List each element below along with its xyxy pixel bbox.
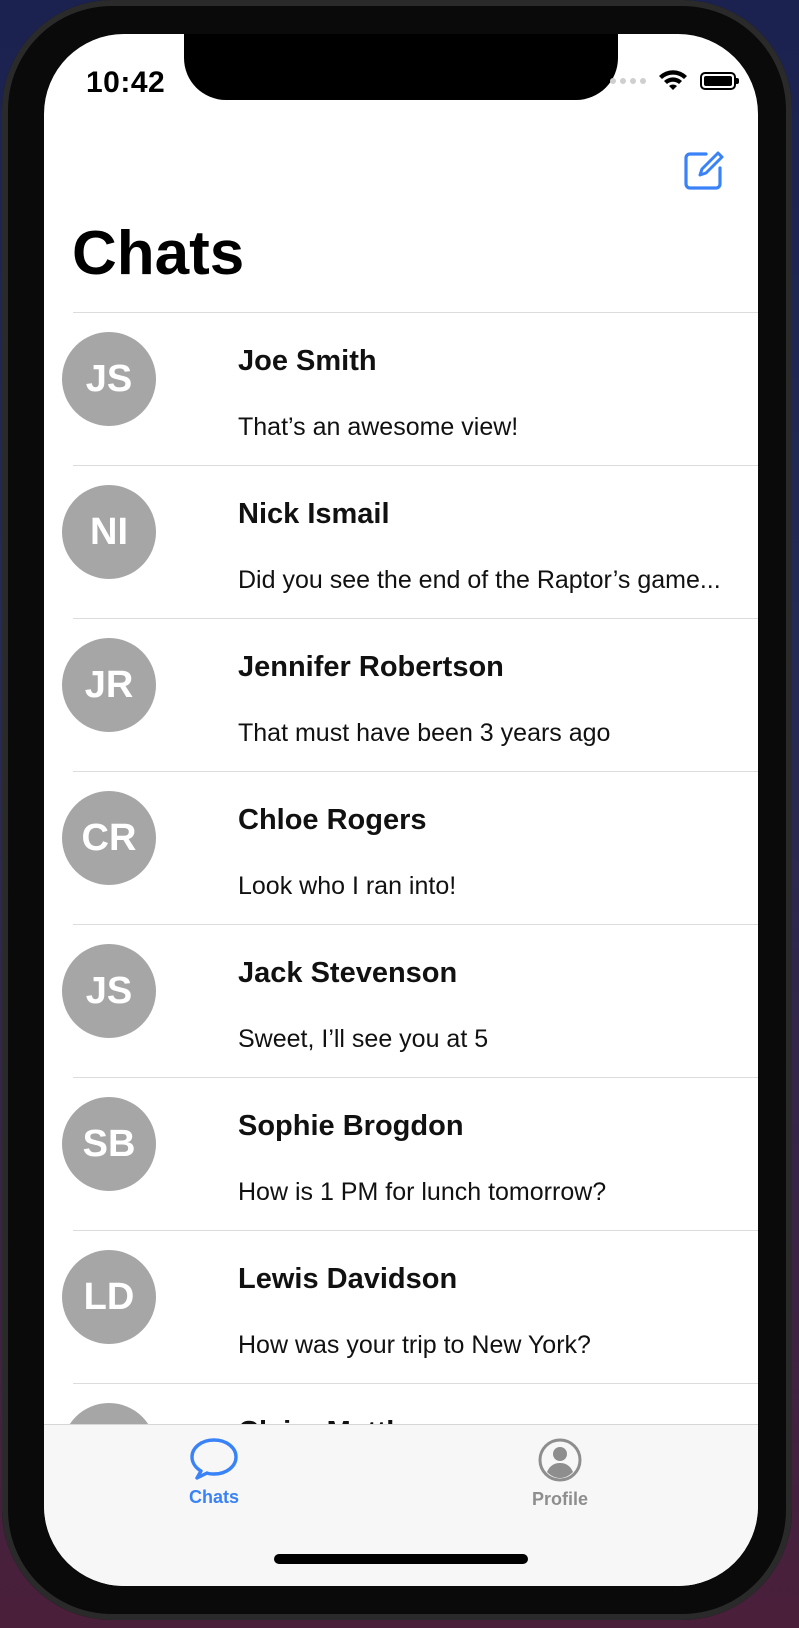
compose-button[interactable] xyxy=(682,148,726,192)
chat-name: Lewis Davidson xyxy=(238,1263,458,1295)
tab-label: Profile xyxy=(531,1489,588,1509)
chat-preview: How is 1 PM for lunch tomorrow? xyxy=(238,1178,607,1206)
avatar: JS xyxy=(62,944,156,1038)
avatar: JR xyxy=(62,638,156,732)
tab-chats[interactable]: Chats xyxy=(154,1437,274,1508)
avatar: SB xyxy=(62,1097,156,1191)
chat-row[interactable]: JS Joe Smith That’s an awesome view! xyxy=(62,312,758,465)
chat-preview: Did you see the end of the Raptor’s game… xyxy=(238,566,721,594)
chat-bubble-icon xyxy=(190,1438,238,1480)
phone-screen: 10:42 Chats JS Joe Smith That’s an aweso… xyxy=(44,34,758,1586)
chat-preview: Sweet, I’ll see you at 5 xyxy=(238,1025,489,1053)
chat-name: Nick Ismail xyxy=(238,498,390,530)
cellular-signal-icon xyxy=(610,78,646,84)
avatar: LD xyxy=(62,1250,156,1344)
tab-profile[interactable]: Profile xyxy=(500,1437,620,1510)
page-title: Chats xyxy=(72,219,245,288)
chat-row[interactable]: LD Lewis Davidson How was your trip to N… xyxy=(62,1230,758,1383)
chat-name: Jennifer Robertson xyxy=(238,651,504,683)
compose-icon xyxy=(684,151,724,190)
chat-preview: That’s an awesome view! xyxy=(238,413,519,441)
chat-row[interactable]: JR Jennifer Robertson That must have bee… xyxy=(62,618,758,771)
battery-icon xyxy=(700,72,739,90)
tab-label: Chats xyxy=(188,1487,239,1507)
avatar: CR xyxy=(62,791,156,885)
chat-row[interactable]: NI Nick Ismail Did you see the end of th… xyxy=(62,465,758,618)
chat-name: Jack Stevenson xyxy=(238,957,458,989)
chat-name: Sophie Brogdon xyxy=(238,1110,464,1142)
chat-preview: How was your trip to New York? xyxy=(238,1331,591,1359)
chat-name: Chloe Rogers xyxy=(238,804,427,836)
status-time: 10:42 xyxy=(86,66,166,99)
notch xyxy=(184,34,618,100)
avatar: NI xyxy=(62,485,156,579)
chat-row[interactable]: JS Jack Stevenson Sweet, I’ll see you at… xyxy=(62,924,758,1077)
status-indicators xyxy=(610,70,739,92)
chat-name: Joe Smith xyxy=(238,345,377,377)
chat-row[interactable]: SB Sophie Brogdon How is 1 PM for lunch … xyxy=(62,1077,758,1230)
person-circle-icon xyxy=(538,1438,582,1482)
wifi-icon xyxy=(659,70,687,90)
phone-frame: 10:42 Chats JS Joe Smith That’s an aweso… xyxy=(2,0,792,1620)
chat-list: JS Joe Smith That’s an awesome view! NI … xyxy=(44,312,758,1536)
chat-preview: That must have been 3 years ago xyxy=(238,719,611,747)
chat-preview: Look who I ran into! xyxy=(238,872,457,900)
avatar: JS xyxy=(62,332,156,426)
chat-row[interactable]: CR Chloe Rogers Look who I ran into! xyxy=(62,771,758,924)
home-indicator[interactable] xyxy=(274,1554,528,1564)
